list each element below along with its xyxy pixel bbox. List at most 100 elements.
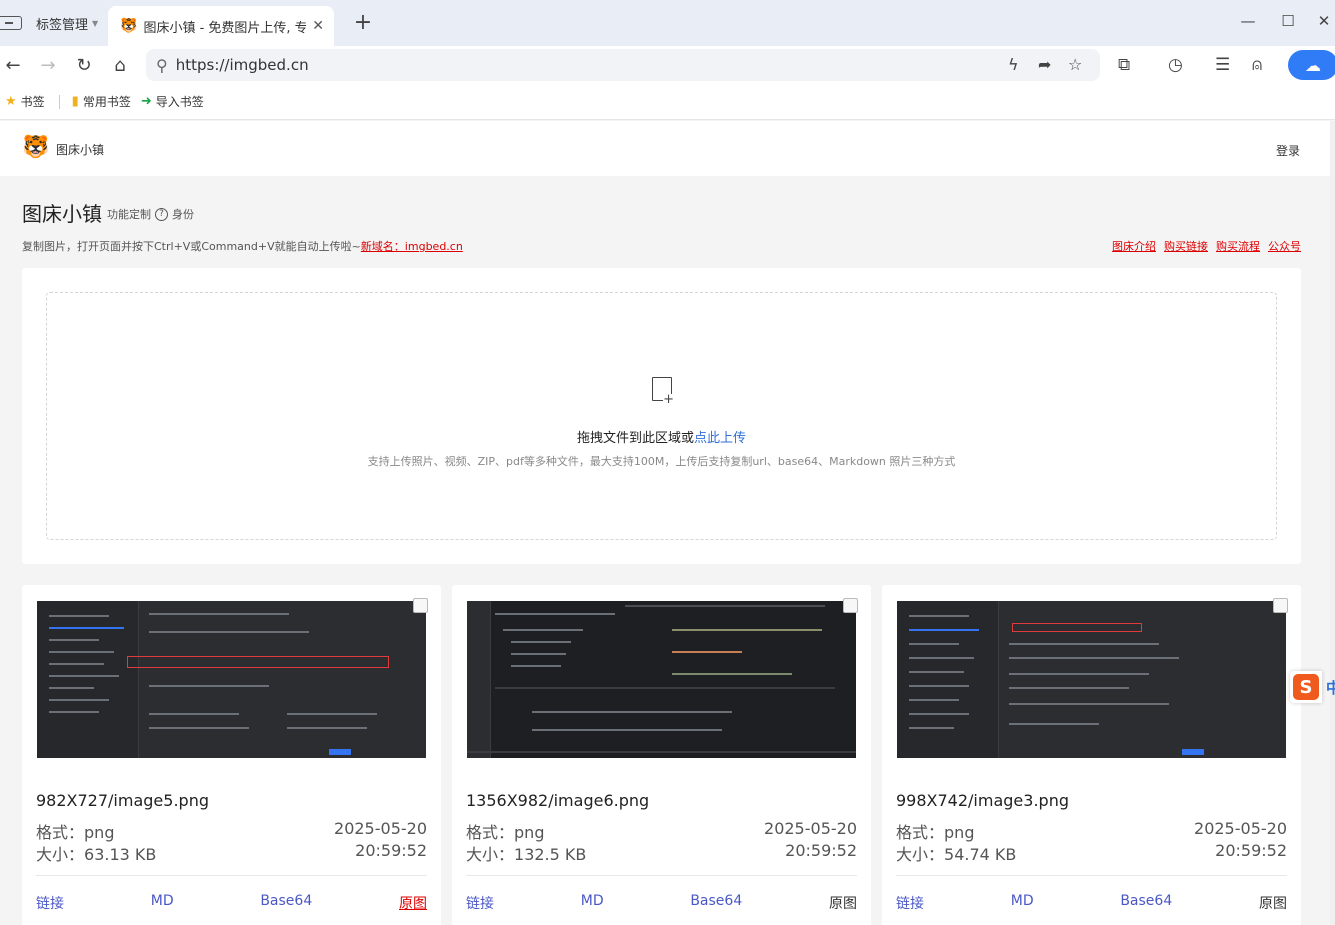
active-tab[interactable]: 🐯 图床小镇 - 免费图片上传, 专业 ✕ [108, 6, 334, 46]
divider [58, 94, 60, 109]
close-tab-icon[interactable]: ✕ [312, 18, 324, 34]
new-tab-button[interactable]: + [352, 10, 374, 36]
tab-manager-icon [0, 16, 22, 30]
original-image-button[interactable]: 原图 [829, 893, 857, 913]
original-image-button[interactable]: 原图 [399, 893, 427, 913]
tab-manager-label: 标签管理 [36, 17, 89, 33]
copy-md-button[interactable]: MD [581, 893, 604, 913]
copy-md-button[interactable]: MD [1011, 893, 1034, 913]
tab-manager-button[interactable]: 标签管理 ▼ [0, 8, 98, 38]
intro-link[interactable]: 图床介绍 [1112, 238, 1156, 254]
wechat-link[interactable]: 公众号 [1268, 238, 1301, 254]
cloud-icon: ☁ [1305, 55, 1321, 75]
menu-icon[interactable]: ☰ [1215, 55, 1230, 75]
date-value: 2025-05-20 [334, 819, 427, 838]
ime-language-label[interactable]: 中 [1326, 677, 1335, 698]
share-icon[interactable]: ➦ [1038, 55, 1051, 74]
browser-tab-bar: 标签管理 ▼ 🐯 图床小镇 - 免费图片上传, 专业 ✕ + — ☐ ✕ [0, 0, 1335, 46]
page-title: 图床小镇 [22, 202, 102, 226]
card-actions: 链接 MD Base64 原图 [466, 893, 857, 913]
copy-base64-button[interactable]: Base64 [1120, 893, 1172, 913]
copy-base64-button[interactable]: Base64 [260, 893, 312, 913]
hero-subline: 功能定制 ? 身份 [107, 206, 194, 222]
divider [466, 875, 857, 876]
upload-dropzone[interactable]: 拖拽文件到此区域或点此上传 支持上传照片、视频、ZIP、pdf等多种文件，最大支… [46, 292, 1277, 540]
site-name[interactable]: 图床小镇 [56, 141, 104, 158]
back-icon[interactable]: ← [0, 52, 26, 78]
copy-md-button[interactable]: MD [151, 893, 174, 913]
upload-file-icon [652, 377, 674, 405]
url-input[interactable] [175, 56, 956, 74]
time-value: 20:59:52 [355, 841, 427, 860]
image-thumbnail[interactable] [897, 601, 1286, 758]
drop-text: 拖拽文件到此区域或点此上传 [47, 427, 1276, 446]
star-icon: ★ [5, 94, 17, 109]
image-thumbnail[interactable] [467, 601, 856, 758]
select-checkbox[interactable] [1273, 598, 1288, 613]
select-checkbox[interactable] [843, 598, 858, 613]
bookmark-label: 导入书签 [155, 95, 204, 109]
meta-size-row: 大小：132.5 KB 20:59:52 [466, 841, 857, 865]
time-value: 20:59:52 [785, 841, 857, 860]
meta-size-row: 大小：63.13 KB 20:59:52 [36, 841, 427, 865]
identity-link[interactable]: 身份 [172, 206, 194, 222]
meta-format-row: 格式：png 2025-05-20 [36, 819, 427, 843]
file-name: 998X742/image3.png [896, 791, 1069, 810]
copy-link-button[interactable]: 链接 [896, 893, 924, 913]
size-value: 大小：54.74 KB [896, 845, 1017, 864]
reload-icon[interactable]: ↻ [71, 52, 97, 78]
extensions-icon[interactable]: ⧉ [1118, 55, 1130, 75]
site-header: 🐯 图床小镇 登录 [0, 121, 1330, 176]
customize-link[interactable]: 功能定制 [107, 206, 151, 222]
file-name: 982X727/image5.png [36, 791, 209, 810]
buy-link[interactable]: 购买链接 [1164, 238, 1208, 254]
login-button[interactable]: 登录 [1276, 142, 1300, 159]
meta-size-row: 大小：54.74 KB 20:59:52 [896, 841, 1287, 865]
forward-icon[interactable]: → [35, 52, 61, 78]
question-icon[interactable]: ? [155, 207, 168, 221]
card-actions: 链接 MD Base64 原图 [36, 893, 427, 913]
date-value: 2025-05-20 [764, 819, 857, 838]
hint-text: 复制图片，打开页面并按下Ctrl+V或Command+V就能自动上传啦~ [22, 240, 361, 253]
date-value: 2025-05-20 [1194, 819, 1287, 838]
scrollbar-track[interactable] [1330, 121, 1335, 925]
ime-widget[interactable]: S [1290, 671, 1322, 703]
bookmark-item-common[interactable]: ▮ 常用书签 [72, 93, 131, 110]
minimize-icon[interactable]: — [1238, 12, 1258, 30]
divider [896, 875, 1287, 876]
bookmark-label: 书签 [20, 95, 45, 109]
file-name: 1356X982/image6.png [466, 791, 650, 810]
close-window-icon[interactable]: ✕ [1314, 12, 1334, 30]
original-image-button[interactable]: 原图 [1259, 893, 1287, 913]
history-icon[interactable]: ◷ [1168, 55, 1183, 75]
format-value: 格式：png [466, 823, 545, 842]
lightning-icon[interactable]: ϟ [1008, 55, 1019, 74]
star-icon[interactable]: ☆ [1068, 55, 1082, 74]
bookmark-item-import[interactable]: ➜ 导入书签 [141, 93, 204, 110]
image-thumbnail[interactable] [37, 601, 426, 758]
image-card: 982X727/image5.png 格式：png 2025-05-20 大小：… [22, 585, 441, 925]
copy-base64-button[interactable]: Base64 [690, 893, 742, 913]
maximize-icon[interactable]: ☐ [1278, 12, 1298, 30]
tiger-logo-icon[interactable]: 🐯 [22, 135, 49, 160]
size-value: 大小：63.13 KB [36, 845, 157, 864]
home-icon[interactable]: ⌂ [107, 52, 133, 78]
profile-icon[interactable]: ⍝ [1252, 55, 1262, 75]
tab-title: 图床小镇 - 免费图片上传, 专业 [143, 20, 307, 36]
copy-link-button[interactable]: 链接 [36, 893, 64, 913]
new-domain-link[interactable]: 新域名：imgbed.cn [361, 240, 463, 253]
bookmark-icon: ▮ [71, 94, 79, 109]
copy-link-button[interactable]: 链接 [466, 893, 494, 913]
meta-format-row: 格式：png 2025-05-20 [896, 819, 1287, 843]
image-card: 1356X982/image6.png 格式：png 2025-05-20 大小… [452, 585, 871, 925]
select-checkbox[interactable] [413, 598, 428, 613]
cloud-sync-button[interactable]: ☁ [1288, 50, 1335, 80]
browser-toolbar: ← → ↻ ⌂ ⚲ ϟ ➦ ☆ ⧉ ◷ ☰ ⍝ ☁ [0, 46, 1335, 84]
divider [36, 875, 427, 876]
buy-process-link[interactable]: 购买流程 [1216, 238, 1260, 254]
click-upload-link[interactable]: 点此上传 [694, 431, 746, 446]
address-bar[interactable]: ⚲ ϟ ➦ ☆ [146, 49, 1100, 81]
bookmark-item-bookmarks[interactable]: ★ 书签 [5, 93, 45, 110]
meta-format-row: 格式：png 2025-05-20 [466, 819, 857, 843]
top-links: 图床介绍 购买链接 购买流程 公众号 [1112, 238, 1301, 254]
